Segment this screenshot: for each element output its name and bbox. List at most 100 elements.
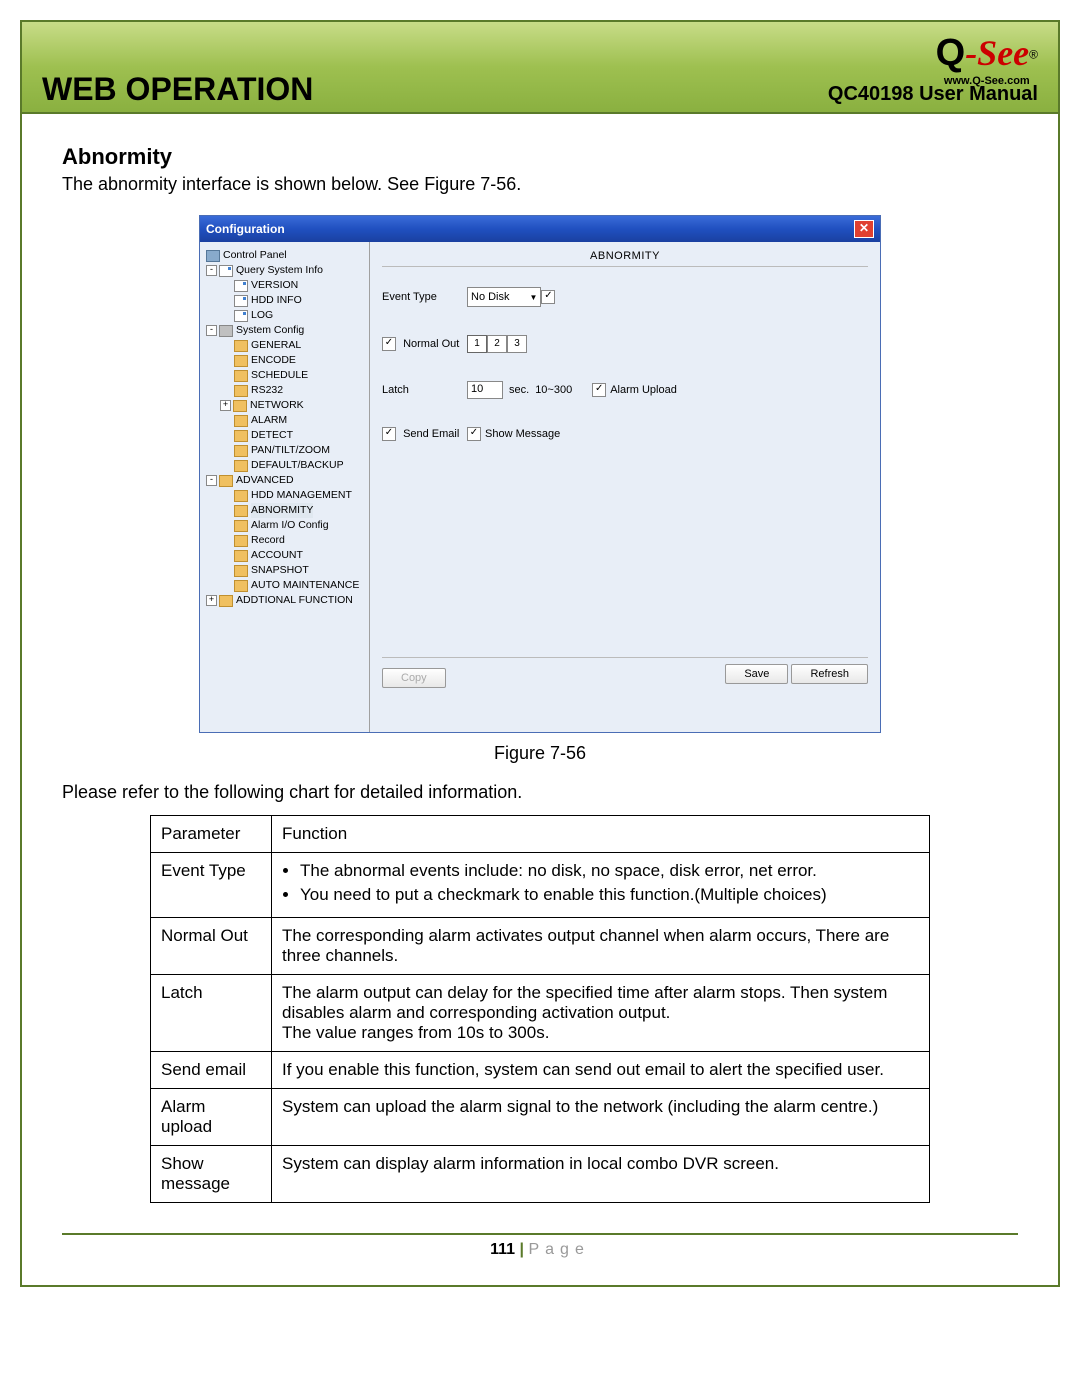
close-icon[interactable]: ✕ <box>854 220 874 238</box>
folder-icon <box>219 475 233 487</box>
button-row: Copy Save Refresh <box>382 657 868 718</box>
folder-icon <box>234 565 248 577</box>
tree-query-system[interactable]: -Query System Info <box>202 263 367 278</box>
tree-rs232[interactable]: RS232 <box>202 383 367 398</box>
table-row: Normal Out The corresponding alarm activ… <box>151 918 930 975</box>
func-cell: The corresponding alarm activates output… <box>272 918 930 975</box>
tree-network[interactable]: +NETWORK <box>202 398 367 413</box>
parameter-table: Parameter Function Event Type The abnorm… <box>150 815 930 1203</box>
row-event-type: Event Type No Disk ▼ ✓ <box>382 287 868 307</box>
tree-hdd-info[interactable]: HDD INFO <box>202 293 367 308</box>
doc-icon <box>219 265 233 277</box>
show-message-label: Show Message <box>485 428 560 440</box>
folder-icon <box>234 580 248 592</box>
collapse-icon[interactable]: - <box>206 265 217 276</box>
param-cell: Show message <box>151 1146 272 1203</box>
param-cell: Normal Out <box>151 918 272 975</box>
tree-control-panel[interactable]: Control Panel <box>202 248 367 263</box>
folder-icon <box>234 430 248 442</box>
out-channel-2-button[interactable]: 2 <box>487 335 507 353</box>
func-cell: The alarm output can delay for the speci… <box>272 975 930 1052</box>
page-sep: | <box>520 1241 524 1258</box>
latch-range: 10~300 <box>535 384 572 396</box>
doc-icon <box>234 280 248 292</box>
manual-title: QC40198 User Manual <box>828 83 1038 106</box>
folder-icon <box>234 355 248 367</box>
folder-icon <box>234 520 248 532</box>
alarm-upload-label: Alarm Upload <box>610 384 677 396</box>
tree-panel: Control Panel -Query System Info VERSION… <box>200 242 370 732</box>
tree-schedule[interactable]: SCHEDULE <box>202 368 367 383</box>
folder-icon <box>233 400 247 412</box>
chart-intro: Please refer to the following chart for … <box>62 782 1018 803</box>
event-type-dropdown[interactable]: No Disk ▼ <box>467 287 541 307</box>
tree-advanced[interactable]: -ADVANCED <box>202 473 367 488</box>
param-cell: Latch <box>151 975 272 1052</box>
logo-text: -See <box>965 33 1029 73</box>
folder-icon <box>219 595 233 607</box>
folder-icon <box>234 370 248 382</box>
folder-icon <box>234 460 248 472</box>
func-cell: System can display alarm information in … <box>272 1146 930 1203</box>
collapse-icon[interactable]: - <box>206 325 217 336</box>
tree-account[interactable]: ACCOUNT <box>202 548 367 563</box>
logo-q-icon: Q <box>936 32 966 74</box>
tree-log[interactable]: LOG <box>202 308 367 323</box>
figure-caption: Figure 7-56 <box>62 743 1018 764</box>
latch-input[interactable]: 10 <box>467 381 503 399</box>
expand-icon[interactable]: + <box>206 595 217 606</box>
tree-alarm-io[interactable]: Alarm I/O Config <box>202 518 367 533</box>
brand-logo: Q-See® www.Q-See.com <box>936 32 1038 87</box>
tree-auto-maint[interactable]: AUTO MAINTENANCE <box>202 578 367 593</box>
func-bullet: You need to put a checkmark to enable th… <box>300 885 919 905</box>
tree-version[interactable]: VERSION <box>202 278 367 293</box>
tree-system-config[interactable]: -System Config <box>202 323 367 338</box>
tree-ptz[interactable]: PAN/TILT/ZOOM <box>202 443 367 458</box>
page-label: Page <box>528 1241 589 1258</box>
tree-alarm[interactable]: ALARM <box>202 413 367 428</box>
out-channel-1-button[interactable]: 1 <box>467 335 487 353</box>
table-row: Latch The alarm output can delay for the… <box>151 975 930 1052</box>
event-type-enable-checkbox[interactable]: ✓ <box>541 290 555 304</box>
event-type-label: Event Type <box>382 291 467 303</box>
row-latch: Latch 10 sec. 10~300 ✓ Alarm Upload <box>382 381 868 399</box>
latch-label: Latch <box>382 384 467 396</box>
normal-out-label: Normal Out <box>403 338 459 350</box>
show-message-checkbox[interactable]: ✓ <box>467 427 481 441</box>
tree-abnormity[interactable]: ABNORMITY <box>202 503 367 518</box>
collapse-icon[interactable]: - <box>206 475 217 486</box>
tree-general[interactable]: GENERAL <box>202 338 367 353</box>
page-number: 111 <box>490 1241 515 1258</box>
tree-default-backup[interactable]: DEFAULT/BACKUP <box>202 458 367 473</box>
display-icon <box>206 250 220 262</box>
tree-detect[interactable]: DETECT <box>202 428 367 443</box>
param-cell: Send email <box>151 1052 272 1089</box>
refresh-button[interactable]: Refresh <box>791 664 868 684</box>
config-window: Configuration ✕ Control Panel -Query Sys… <box>199 215 881 733</box>
normal-out-checkbox[interactable]: ✓ <box>382 337 396 351</box>
folder-icon <box>234 415 248 427</box>
doc-icon <box>234 295 248 307</box>
out-channel-3-button[interactable]: 3 <box>507 335 527 353</box>
save-button[interactable]: Save <box>725 664 788 684</box>
row-normal-out: ✓ Normal Out 123 <box>382 335 868 353</box>
subsection-title: Abnormity <box>62 144 1018 170</box>
main-pane: ABNORMITY Event Type No Disk ▼ ✓ ✓ Norma… <box>370 242 880 732</box>
page-footer: 111 | Page <box>62 1241 1018 1275</box>
table-row: Show message System can display alarm in… <box>151 1146 930 1203</box>
tree-hdd-mgmt[interactable]: HDD MANAGEMENT <box>202 488 367 503</box>
expand-icon[interactable]: + <box>220 400 231 411</box>
alarm-upload-checkbox[interactable]: ✓ <box>592 383 606 397</box>
send-email-checkbox[interactable]: ✓ <box>382 427 396 441</box>
func-cell: System can upload the alarm signal to th… <box>272 1089 930 1146</box>
header-function: Function <box>272 816 930 853</box>
tree-record[interactable]: Record <box>202 533 367 548</box>
chevron-down-icon: ▼ <box>530 293 538 302</box>
content-area: Abnormity The abnormity interface is sho… <box>22 114 1058 1285</box>
header-parameter: Parameter <box>151 816 272 853</box>
tree-encode[interactable]: ENCODE <box>202 353 367 368</box>
tree-snapshot[interactable]: SNAPSHOT <box>202 563 367 578</box>
table-row: Alarm upload System can upload the alarm… <box>151 1089 930 1146</box>
titlebar: Configuration ✕ <box>200 216 880 242</box>
tree-addl-func[interactable]: +ADDTIONAL FUNCTION <box>202 593 367 608</box>
